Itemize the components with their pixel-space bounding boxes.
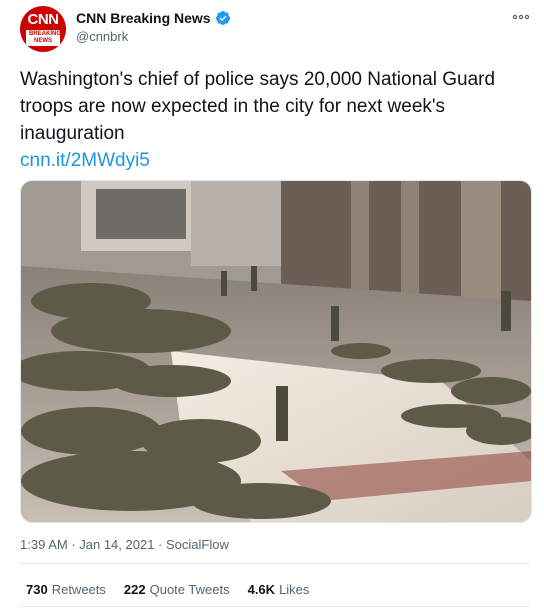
author-handle[interactable]: @cnnbrk — [76, 29, 128, 44]
divider-top — [20, 563, 530, 564]
tweet-card: CNN BREAKING NEWS CNN Breaking News @cnn… — [0, 0, 544, 608]
tweet-link[interactable]: cnn.it/2MWdyi5 — [20, 147, 520, 174]
tweet-photo[interactable] — [20, 180, 532, 523]
quote-tweets-stat[interactable]: 222 Quote Tweets — [124, 582, 230, 597]
photo-capitol-visitor-center — [21, 181, 531, 522]
more-options-icon[interactable] — [512, 12, 530, 22]
avatar[interactable]: CNN BREAKING NEWS — [20, 6, 66, 52]
quote-tweets-count: 222 — [123, 582, 146, 597]
tweet-timestamp[interactable]: 1:39 AM · Jan 14, 2021 · SocialFlow — [20, 537, 229, 552]
verified-badge-icon — [215, 11, 230, 25]
tweet-text: Washington's chief of police says 20,000… — [20, 69, 496, 144]
likes-count: 4.6K — [247, 582, 276, 597]
author-name-row: CNN Breaking News — [76, 10, 231, 26]
likes-label: Likes — [279, 582, 310, 597]
divider-bottom — [20, 606, 530, 607]
tweet-body: Washington's chief of police says 20,000… — [20, 66, 520, 174]
avatar-badge: BREAKING NEWS — [26, 30, 61, 46]
retweets-count: 730 — [26, 582, 48, 597]
retweets-stat[interactable]: 730 Retweets — [26, 582, 106, 597]
avatar-logo: CNN — [27, 11, 60, 28]
likes-stat[interactable]: 4.6K Likes — [248, 582, 310, 597]
quote-tweets-label: Quote Tweets — [149, 582, 230, 597]
retweets-label: Retweets — [51, 582, 106, 597]
author-display-name[interactable]: CNN Breaking News — [76, 10, 211, 26]
tweet-stats: 730 Retweets 222 Quote Tweets 4.6K Likes — [26, 582, 327, 597]
